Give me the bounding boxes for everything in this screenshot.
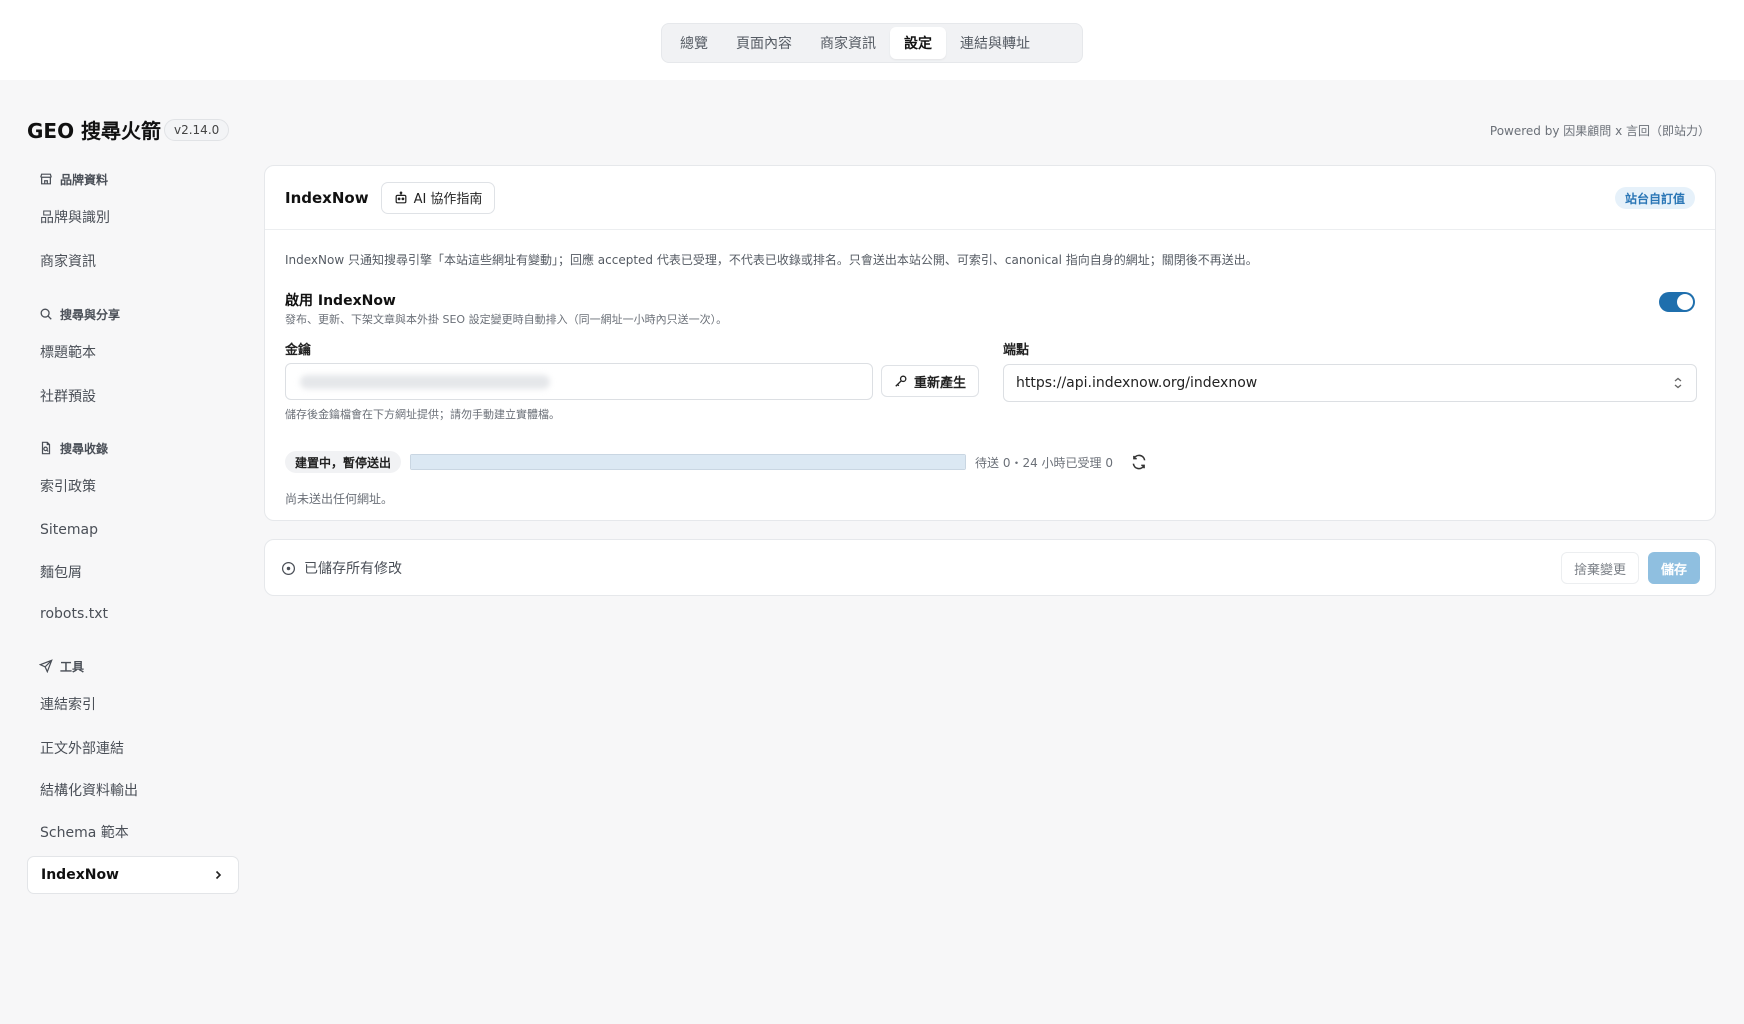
sidebar-item-index-policy[interactable]: 索引政策 (27, 467, 239, 505)
enable-indexnow-label: 啟用 IndexNow (285, 293, 396, 309)
file-search-icon (41, 441, 51, 455)
sidebar-item-robots-txt[interactable]: robots.txt (27, 595, 239, 633)
sidebar-item-structured-data[interactable]: 結構化資料輸出 (27, 771, 239, 809)
regenerate-label: 重新產生 (914, 375, 967, 391)
tab-page-content[interactable]: 頁面內容 (722, 27, 806, 59)
indexnow-intro: IndexNow 只通知搜尋引擎「本站這些網址有變動」；回應 accepted … (285, 253, 1258, 267)
sidebar-item-breadcrumbs[interactable]: 麵包屑 (27, 553, 239, 591)
tab-links-redirects[interactable]: 連結與轉址 (946, 27, 1044, 59)
regenerate-key-button[interactable]: 重新產生 (881, 365, 980, 397)
sidebar-section-label: 工具 (60, 659, 85, 674)
ai-guide-button[interactable]: AI 協作指南 (380, 181, 496, 214)
tab-business-info[interactable]: 商家資訊 (806, 27, 890, 59)
storefront-icon (40, 173, 52, 185)
sidebar-item-business-info[interactable]: 商家資訊 (27, 242, 239, 280)
sidebar-item-sitemap[interactable]: Sitemap (27, 511, 239, 549)
progress-fill (411, 455, 965, 469)
ai-guide-label: AI 協作指南 (413, 192, 483, 207)
site-custom-badge: 站台自訂值 (1614, 187, 1695, 209)
sidebar-item-social-defaults[interactable]: 社群預設 (27, 377, 239, 415)
search-icon (40, 308, 52, 320)
save-bar: 已儲存所有修改 捨棄變更 儲存 (264, 539, 1716, 596)
saved-state: 已儲存所有修改 (281, 558, 402, 578)
sidebar-item-schema-templates[interactable]: Schema 範本 (27, 813, 239, 851)
card-header: IndexNow AI 協作指南 站台自訂值 (265, 166, 1715, 230)
sidebar-section-label: 搜尋收錄 (60, 441, 109, 456)
sidebar-section-label: 搜尋與分享 (60, 307, 121, 322)
sidebar-item-external-links[interactable]: 正文外部連結 (27, 729, 239, 767)
queue-progress-bar (410, 454, 966, 470)
sidebar-section-search-share: 搜尋與分享 (27, 300, 120, 328)
enable-indexnow-toggle[interactable] (1659, 292, 1695, 312)
chevron-updown-icon (1674, 377, 1682, 389)
key-icon (895, 375, 907, 387)
sidebar-item-label: IndexNow (41, 867, 119, 883)
send-icon (39, 659, 53, 673)
sidebar-item-title-templates[interactable]: 標題範本 (27, 333, 239, 371)
toggle-knob (1677, 294, 1693, 310)
sidebar-section-tools: 工具 (27, 652, 84, 680)
key-hint: 儲存後金鑰檔會在下方網址提供；請勿手動建立實體檔。 (285, 408, 560, 421)
top-bar: 總覽 頁面內容 商家資訊 設定 連結與轉址 (0, 0, 1744, 80)
main-tabs: 總覽 頁面內容 商家資訊 設定 連結與轉址 (661, 23, 1083, 63)
endpoint-select[interactable]: https://api.indexnow.org/indexnow (1003, 364, 1697, 402)
endpoint-value: https://api.indexnow.org/indexnow (1016, 375, 1258, 391)
queue-status-text: 待送 0・24 小時已受理 0 (975, 456, 1113, 470)
masked-key-value (300, 375, 550, 389)
enable-indexnow-desc: 發布、更新、下架文章與本外掛 SEO 設定變更時自動排入（同一網址一小時內只送一… (285, 313, 728, 326)
key-field[interactable] (285, 363, 873, 400)
sidebar-section-indexing: 搜尋收錄 (27, 434, 108, 462)
tab-overview[interactable]: 總覽 (666, 27, 722, 59)
card-title: IndexNow (285, 188, 369, 207)
discard-changes-button[interactable]: 捨棄變更 (1560, 552, 1639, 584)
sidebar-section-label: 品牌資料 (60, 172, 109, 187)
endpoint-label: 端點 (1003, 343, 1030, 358)
key-label: 金鑰 (285, 343, 312, 358)
sidebar-item-indexnow[interactable]: IndexNow (27, 856, 239, 894)
tab-settings[interactable]: 設定 (890, 27, 946, 59)
refresh-icon[interactable] (1130, 453, 1148, 471)
saved-status-text: 已儲存所有修改 (304, 561, 402, 577)
robot-icon (395, 190, 406, 203)
save-button[interactable]: 儲存 (1647, 552, 1700, 584)
status-badge: 建置中，暫停送出 (285, 451, 402, 473)
sidebar-item-link-index[interactable]: 連結索引 (27, 685, 239, 723)
chevron-right-icon (215, 870, 222, 880)
powered-by-text: Powered by 因果顧問 x 言回（即站力） (1489, 124, 1710, 138)
indexnow-card: IndexNow AI 協作指南 站台自訂值 IndexNow 只通知搜尋引擎「… (264, 165, 1716, 521)
sidebar-section-brand: 品牌資料 (27, 165, 108, 193)
app-title: GEO 搜尋火箭 (27, 119, 162, 143)
version-badge: v2.14.0 (164, 119, 230, 141)
no-urls-sent-text: 尚未送出任何網址。 (285, 492, 394, 506)
check-circle-icon (281, 561, 296, 575)
sidebar-item-brand-identity[interactable]: 品牌與識別 (27, 198, 239, 236)
